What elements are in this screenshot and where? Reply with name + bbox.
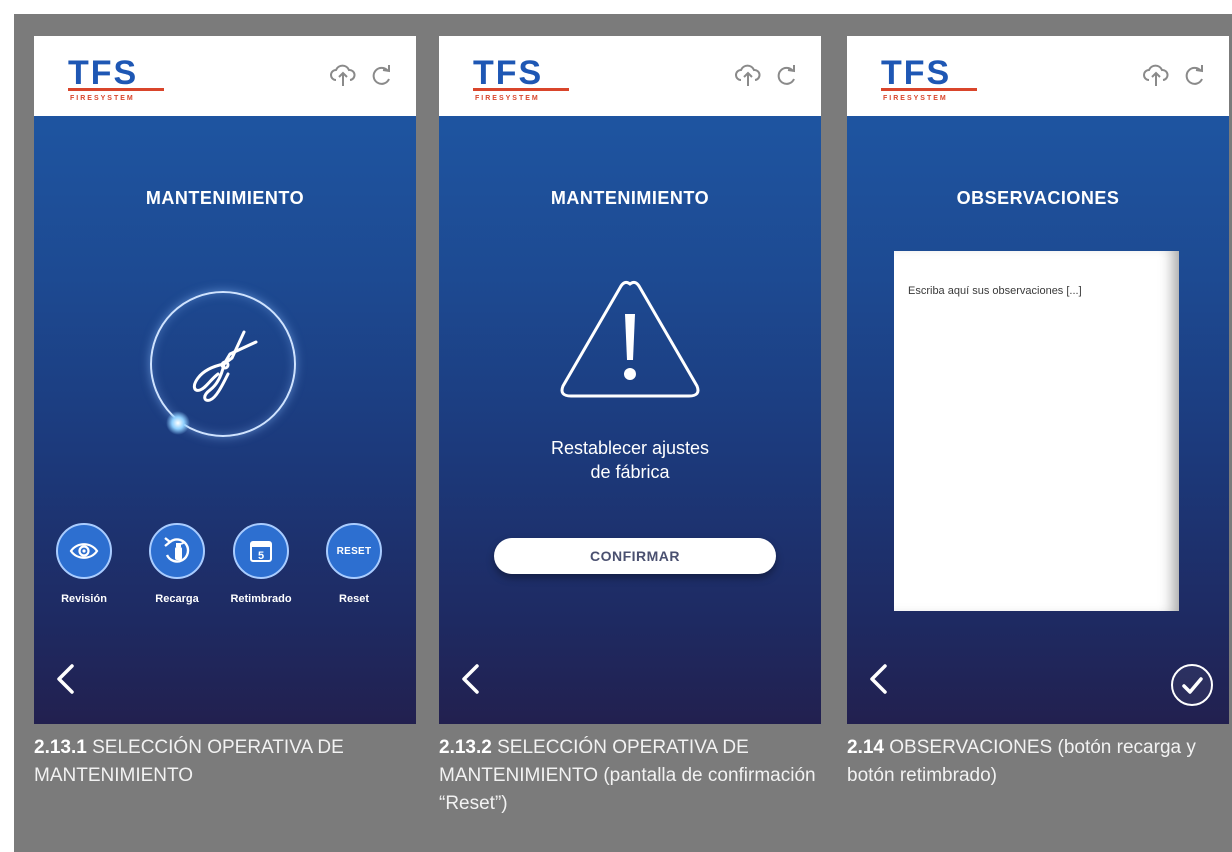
pliers-icon <box>174 318 270 419</box>
cloud-upload-icon[interactable] <box>735 62 761 88</box>
revision-button[interactable] <box>56 523 112 579</box>
action-label: Retimbrado <box>230 593 292 605</box>
tfs-logo: TFS FIRESYSTEM <box>66 50 166 106</box>
svg-text:FIRESYSTEM: FIRESYSTEM <box>475 95 540 102</box>
reset-message-line: Restablecer ajustes <box>550 438 710 458</box>
reset-button[interactable]: RESET <box>326 523 382 579</box>
cloud-upload-icon[interactable] <box>1143 62 1169 88</box>
phone-screen-observaciones: TFS FIRESYSTEM OBSERVACIONES Escriba aqu… <box>847 36 1229 724</box>
svg-text:TFS: TFS <box>881 54 951 92</box>
checkmark-circle-icon[interactable] <box>1171 664 1213 706</box>
recarga-button[interactable] <box>149 523 205 579</box>
svg-text:TFS: TFS <box>473 54 543 92</box>
phone-screen-mantenimiento: TFS FIRESYSTEM MANTENIMIENTO Revisión Re… <box>34 36 416 724</box>
action-revision[interactable]: Revisión <box>44 523 124 605</box>
tfs-logo: TFS FIRESYSTEM <box>879 50 979 106</box>
screen-title: MANTENIMIENTO <box>550 188 710 208</box>
phone-screen-confirm-reset: TFS FIRESYSTEM MANTENIMIENTO Restablecer… <box>439 36 821 724</box>
confirm-button[interactable]: CONFIRMAR <box>494 538 776 574</box>
chevron-left-icon[interactable] <box>867 663 889 700</box>
svg-text:5: 5 <box>258 550 264 562</box>
cloud-upload-icon[interactable] <box>330 62 356 88</box>
figure-caption: 2.13.2 SELECCIÓN OPERATIVA DE MANTENIMIE… <box>439 734 829 818</box>
calendar-icon: 5 <box>247 537 275 565</box>
screen-title: OBSERVACIONES <box>956 188 1120 208</box>
warning-triangle-icon <box>555 276 705 411</box>
tfs-logo: TFS FIRESYSTEM <box>471 50 571 106</box>
refresh-icon[interactable] <box>1181 62 1207 88</box>
svg-text:TFS: TFS <box>68 54 138 92</box>
app-header: TFS FIRESYSTEM <box>34 36 416 116</box>
chevron-left-icon[interactable] <box>459 663 481 700</box>
caption-number: 2.13.2 <box>439 737 492 758</box>
screen-title: MANTENIMIENTO <box>145 188 305 208</box>
action-recarga[interactable]: Recarga <box>137 523 217 605</box>
caption-text: OBSERVACIONES (botón recarga y botón ret… <box>847 737 1196 786</box>
action-label: Revisión <box>61 593 107 605</box>
reset-message-line: de fábrica <box>590 462 670 482</box>
caption-number: 2.13.1 <box>34 737 87 758</box>
refresh-icon[interactable] <box>773 62 799 88</box>
glow-dot <box>166 411 190 435</box>
svg-text:FIRESYSTEM: FIRESYSTEM <box>883 95 948 102</box>
extinguisher-refill-icon <box>159 533 195 569</box>
refresh-icon[interactable] <box>368 62 394 88</box>
caption-number: 2.14 <box>847 737 884 758</box>
eye-icon <box>69 540 99 562</box>
app-header: TFS FIRESYSTEM <box>439 36 821 116</box>
action-reset[interactable]: RESET Reset <box>314 523 394 605</box>
figure-caption: 2.13.1 SELECCIÓN OPERATIVA DE MANTENIMIE… <box>34 734 424 790</box>
retimbrado-button[interactable]: 5 <box>233 523 289 579</box>
chevron-left-icon[interactable] <box>54 663 76 700</box>
reset-icon: RESET <box>336 545 372 557</box>
reset-message: Restablecer ajustes de fábrica <box>439 436 821 484</box>
action-label: Recarga <box>155 593 199 605</box>
action-label: Reset <box>339 593 369 605</box>
maintenance-actions: Revisión Recarga 5 Retimbrado RESET Rese… <box>34 523 416 633</box>
figure-frame: TFS FIRESYSTEM MANTENIMIENTO Revisión Re… <box>14 14 1232 852</box>
app-header: TFS FIRESYSTEM <box>847 36 1229 116</box>
observations-placeholder: Escriba aquí sus observaciones [...] <box>908 285 1082 297</box>
svg-text:FIRESYSTEM: FIRESYSTEM <box>70 95 135 102</box>
figure-caption: 2.14 OBSERVACIONES (botón recarga y botó… <box>847 734 1232 790</box>
observations-textarea[interactable]: Escriba aquí sus observaciones [...] <box>894 251 1179 611</box>
action-retimbrado[interactable]: 5 Retimbrado <box>221 523 301 605</box>
caption-text: SELECCIÓN OPERATIVA DE MANTENIMIENTO (pa… <box>439 737 816 814</box>
